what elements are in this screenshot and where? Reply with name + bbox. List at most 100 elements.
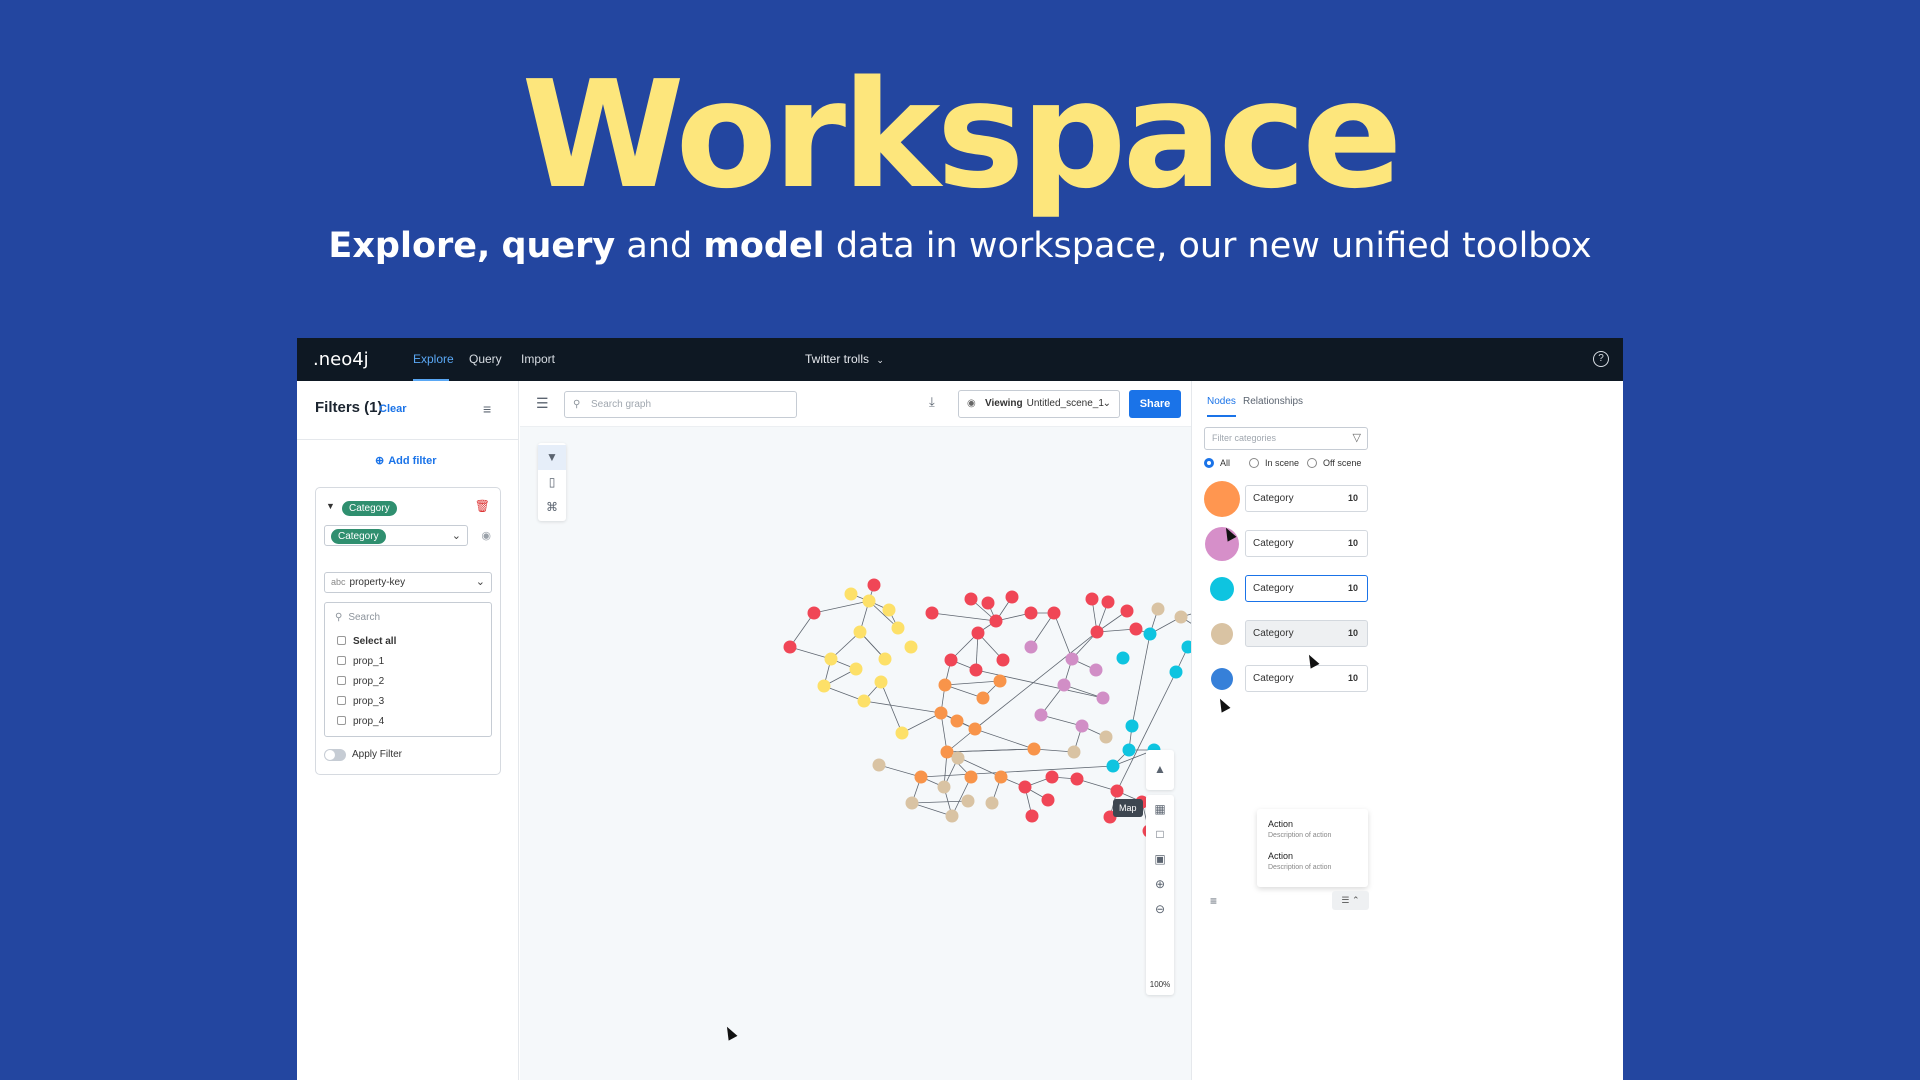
option-prop-3[interactable]: prop_3 xyxy=(337,696,384,707)
option-prop-4[interactable]: prop_4 xyxy=(337,716,384,727)
graph-node[interactable] xyxy=(993,674,1007,688)
graph-relationship[interactable] xyxy=(944,680,1001,686)
category-color-swatch[interactable] xyxy=(1210,577,1234,601)
graph-node[interactable] xyxy=(1034,708,1048,722)
graph-node[interactable] xyxy=(950,714,964,728)
option-select-all[interactable]: Select all xyxy=(337,636,396,647)
graph-node[interactable] xyxy=(1045,770,1059,784)
graph-node[interactable] xyxy=(1110,784,1124,798)
graph-node[interactable] xyxy=(1151,602,1165,616)
graph-node[interactable] xyxy=(1041,793,1055,807)
eye-icon[interactable]: ◉ xyxy=(481,529,491,542)
checkbox[interactable] xyxy=(337,636,346,645)
graph-node[interactable] xyxy=(985,796,999,810)
checkbox[interactable] xyxy=(337,696,346,705)
graph-node[interactable] xyxy=(882,603,896,617)
graph-node[interactable] xyxy=(1075,719,1089,733)
fit-screen-icon[interactable]: ▣ xyxy=(1146,847,1174,872)
neo4j-logo[interactable]: .neo4j xyxy=(313,349,369,370)
graph-node[interactable] xyxy=(1065,652,1079,666)
graph-node[interactable] xyxy=(1169,665,1183,679)
category-row[interactable]: Category 10 xyxy=(1245,620,1368,647)
presentation-icon[interactable]: □ xyxy=(1146,822,1174,847)
collapse-panel-icon[interactable]: ≡ xyxy=(483,401,491,417)
map-icon[interactable]: ▦ xyxy=(1146,797,1174,822)
list-sort-icon[interactable]: ≡ xyxy=(1210,894,1217,908)
radio-button[interactable] xyxy=(1249,458,1259,468)
apply-filter-toggle[interactable] xyxy=(324,749,346,761)
sliders-icon[interactable]: ☰ xyxy=(536,395,549,412)
graph-node[interactable] xyxy=(783,640,797,654)
settings-dropdown-button[interactable]: ☰ ⌃ xyxy=(1332,891,1369,910)
tab-nodes[interactable]: Nodes xyxy=(1207,396,1236,417)
graph-relationship[interactable] xyxy=(946,748,1035,753)
graph-node[interactable] xyxy=(968,722,982,736)
graph-node[interactable] xyxy=(844,587,858,601)
graph-node[interactable] xyxy=(1174,610,1188,624)
tab-explore[interactable]: Explore xyxy=(413,338,454,381)
graph-node[interactable] xyxy=(1106,759,1120,773)
scene-selector[interactable]: ◉ Viewing Untitled_scene_1 ⌄ xyxy=(958,390,1120,418)
category-color-swatch[interactable] xyxy=(1204,481,1240,517)
category-color-swatch[interactable] xyxy=(1211,668,1233,690)
tab-relationships[interactable]: Relationships xyxy=(1243,396,1303,415)
graph-node[interactable] xyxy=(961,794,975,808)
graph-node[interactable] xyxy=(807,606,821,620)
graph-node[interactable] xyxy=(872,758,886,772)
graph-node[interactable] xyxy=(1024,606,1038,620)
help-circle-icon[interactable]: ? xyxy=(1593,351,1609,367)
checkbox[interactable] xyxy=(337,676,346,685)
hierarchy-icon[interactable]: ▲ xyxy=(1146,757,1174,782)
graph-node[interactable] xyxy=(1057,678,1071,692)
graph-node[interactable] xyxy=(1143,627,1157,641)
graph-node[interactable] xyxy=(996,653,1010,667)
graph-node[interactable] xyxy=(971,626,985,640)
property-key-select[interactable]: abc property-key ⌄ xyxy=(324,572,492,593)
checkbox[interactable] xyxy=(337,716,346,725)
radio-button[interactable] xyxy=(1307,458,1317,468)
graph-node[interactable] xyxy=(853,625,867,639)
graph-node[interactable] xyxy=(964,770,978,784)
graph-node[interactable] xyxy=(940,745,954,759)
graph-node[interactable] xyxy=(817,679,831,693)
zoom-out-icon[interactable]: ⊖ xyxy=(1146,897,1174,922)
graph-node[interactable] xyxy=(878,652,892,666)
graph-node[interactable] xyxy=(1090,625,1104,639)
checkbox[interactable] xyxy=(337,656,346,665)
graph-node[interactable] xyxy=(1122,743,1136,757)
graph-node[interactable] xyxy=(934,706,948,720)
graph-relationship[interactable] xyxy=(1131,633,1151,727)
caret-down-icon[interactable]: ▼ xyxy=(326,501,335,511)
graph-node[interactable] xyxy=(964,592,978,606)
option-prop-1[interactable]: prop_1 xyxy=(337,656,384,667)
graph-node[interactable] xyxy=(1129,622,1143,636)
graph-relationship[interactable] xyxy=(813,600,870,614)
category-row[interactable]: Category 10 xyxy=(1245,485,1368,512)
radio-button[interactable] xyxy=(1204,458,1214,468)
graph-relationship[interactable] xyxy=(1053,612,1073,660)
graph-node[interactable] xyxy=(976,691,990,705)
category-select[interactable]: Category ⌄ xyxy=(324,525,468,546)
graph-node[interactable] xyxy=(1116,651,1130,665)
graph-relationship[interactable] xyxy=(974,728,1035,750)
add-filter-button[interactable]: ⊕ Add filter xyxy=(375,454,437,467)
category-row[interactable]: Category 10 xyxy=(1245,530,1368,557)
tab-import[interactable]: Import xyxy=(521,338,555,381)
graph-node[interactable] xyxy=(989,614,1003,628)
graph-node[interactable] xyxy=(1047,606,1061,620)
graph-node[interactable] xyxy=(1018,780,1032,794)
graph-node[interactable] xyxy=(895,726,909,740)
download-icon[interactable]: ⤓ xyxy=(929,394,935,410)
graph-node[interactable] xyxy=(1125,719,1139,733)
category-row[interactable]: Category 10 xyxy=(1245,665,1368,692)
zoom-in-icon[interactable]: ⊕ xyxy=(1146,872,1174,897)
graph-relationship[interactable] xyxy=(878,764,922,778)
graph-node[interactable] xyxy=(945,809,959,823)
graph-relationship[interactable] xyxy=(863,700,942,714)
graph-node[interactable] xyxy=(1181,640,1192,654)
graph-node[interactable] xyxy=(904,640,918,654)
graph-node[interactable] xyxy=(969,663,983,677)
graph-node[interactable] xyxy=(867,578,881,592)
graph-node[interactable] xyxy=(1027,742,1041,756)
property-search-input[interactable]: ⚲ Search xyxy=(335,612,380,623)
